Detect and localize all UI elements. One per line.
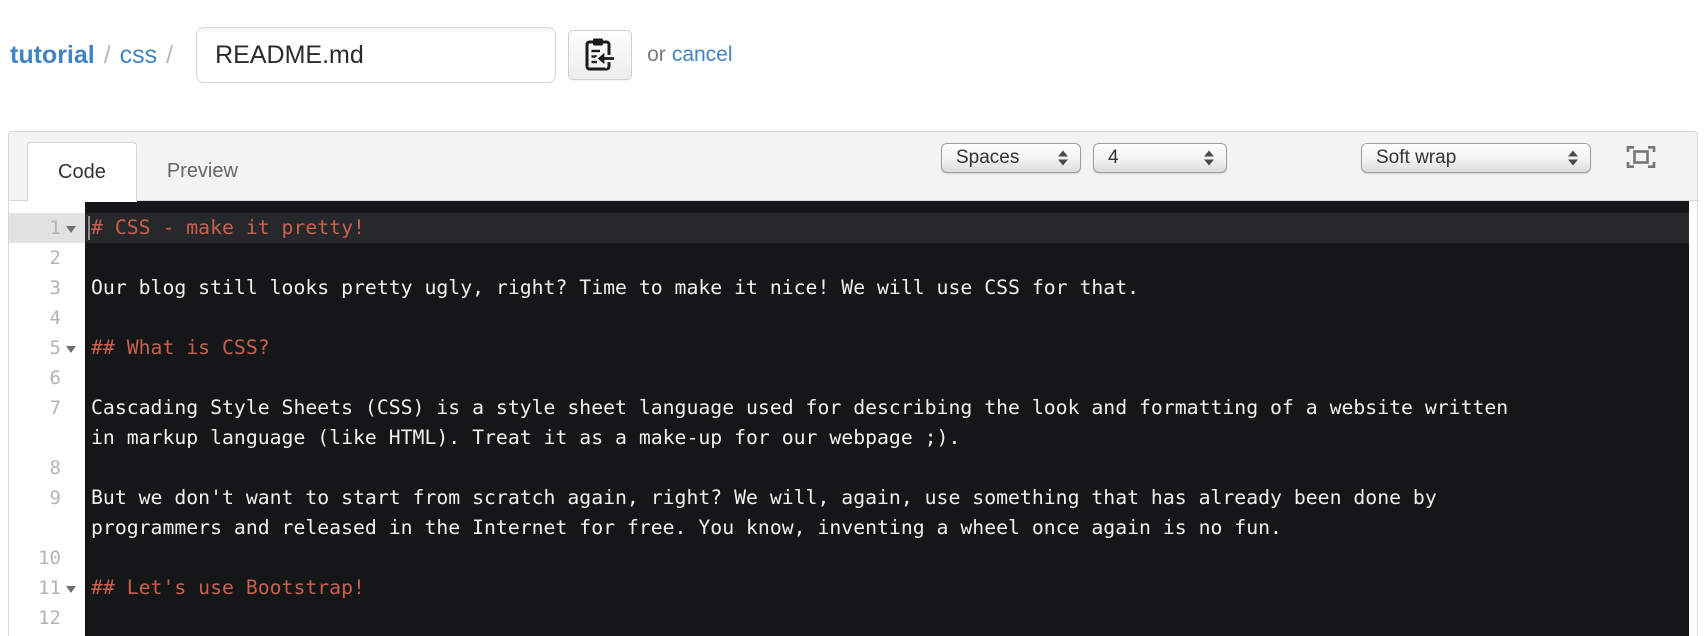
clipboard-arrow-left-icon xyxy=(583,36,617,75)
tab-preview[interactable]: Preview xyxy=(137,142,268,202)
line-number[interactable]: 9 xyxy=(9,483,85,513)
fullscreen-button[interactable] xyxy=(1625,144,1657,172)
code-line[interactable]: But we don't want to start from scratch … xyxy=(85,483,1689,513)
up-down-arrows-icon xyxy=(1204,150,1214,166)
tab-code[interactable]: Code xyxy=(27,142,137,202)
line-number[interactable] xyxy=(9,423,85,453)
line-number[interactable]: 8 xyxy=(9,453,85,483)
code-line[interactable] xyxy=(85,603,1689,633)
code-line[interactable] xyxy=(85,303,1689,333)
code-area[interactable]: # CSS - make it pretty! Our blog still lo… xyxy=(85,201,1689,636)
text-cursor xyxy=(88,216,90,240)
breadcrumb-dir-link[interactable]: css xyxy=(120,41,158,70)
breadcrumb-separator: / xyxy=(103,40,111,69)
line-number[interactable]: 10 xyxy=(9,543,85,573)
indent-mode-select[interactable]: Spaces xyxy=(941,143,1081,173)
chevron-down-icon[interactable] xyxy=(66,345,76,353)
screen-full-icon xyxy=(1626,144,1656,173)
code-line[interactable]: ## Let's use Bootstrap! xyxy=(85,573,1689,603)
code-line[interactable] xyxy=(85,453,1689,483)
line-number[interactable]: 7 xyxy=(9,393,85,423)
line-number[interactable]: 1 xyxy=(9,213,85,243)
code-line[interactable] xyxy=(85,363,1689,393)
wrap-mode-select[interactable]: Soft wrap xyxy=(1361,143,1591,173)
or-label: or xyxy=(647,43,666,66)
line-number-gutter: 12345678910111213 xyxy=(9,201,85,636)
code-line[interactable]: programmers and released in the Internet… xyxy=(85,513,1689,543)
chevron-down-icon[interactable] xyxy=(66,225,76,233)
code-line[interactable]: Our blog still looks pretty ugly, right?… xyxy=(85,273,1689,303)
line-number[interactable] xyxy=(9,513,85,543)
line-number[interactable]: 6 xyxy=(9,363,85,393)
code-line[interactable]: # CSS - make it pretty! xyxy=(85,213,1689,243)
editor-tabs: Code Preview xyxy=(27,142,268,202)
line-number[interactable]: 4 xyxy=(9,303,85,333)
line-number[interactable]: 12 xyxy=(9,603,85,633)
wrap-mode-value: Soft wrap xyxy=(1376,147,1457,168)
code-line[interactable]: ## What is CSS? xyxy=(85,333,1689,363)
editor-header: Code Preview Spaces 4 Soft wrap xyxy=(9,132,1697,202)
chevron-down-icon[interactable] xyxy=(66,585,76,593)
indent-size-value: 4 xyxy=(1108,147,1119,168)
code-line[interactable]: in markup language (like HTML). Treat it… xyxy=(85,423,1689,453)
line-number[interactable]: 5 xyxy=(9,333,85,363)
line-number[interactable]: 3 xyxy=(9,273,85,303)
breadcrumb: tutorial / css / or cancel xyxy=(10,27,733,83)
breadcrumb-repo-link[interactable]: tutorial xyxy=(10,41,95,70)
cancel-link[interactable]: cancel xyxy=(672,43,733,67)
indent-size-select[interactable]: 4 xyxy=(1093,143,1227,173)
indent-mode-value: Spaces xyxy=(956,147,1020,168)
file-editor-page: tutorial / css / or cancel Code xyxy=(0,0,1706,636)
editor-panel: Code Preview Spaces 4 Soft wrap 1 2 3 4 … xyxy=(8,131,1698,636)
line-number[interactable]: 11 xyxy=(9,573,85,603)
up-down-arrows-icon xyxy=(1058,150,1068,166)
line-number[interactable]: 2 xyxy=(9,243,85,273)
code-line[interactable] xyxy=(85,243,1689,273)
file-action-button[interactable] xyxy=(568,30,633,80)
breadcrumb-separator: / xyxy=(166,40,174,69)
code-line[interactable] xyxy=(85,543,1689,573)
filename-input[interactable] xyxy=(196,27,557,83)
code-line[interactable]: Cascading Style Sheets (CSS) is a style … xyxy=(85,393,1689,423)
up-down-arrows-icon xyxy=(1568,150,1578,166)
code-editor: 12345678910111213 # CSS - make it pretty… xyxy=(9,201,1697,636)
